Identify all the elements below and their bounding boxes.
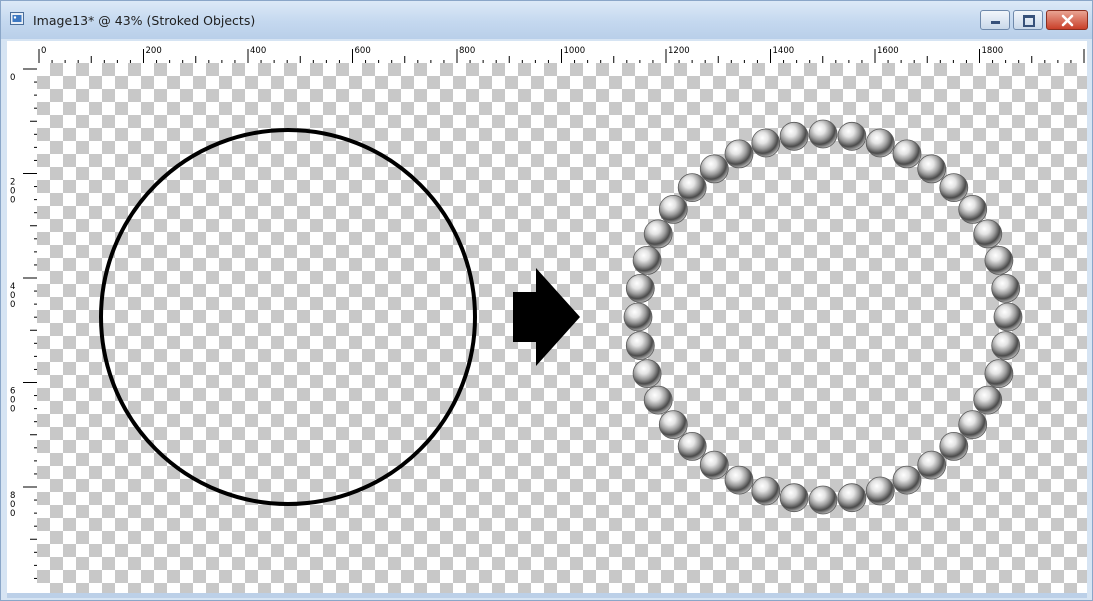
ruler-label: 0: [41, 46, 46, 56]
ruler-label: 1600: [877, 46, 899, 56]
ruler-label: 400: [250, 46, 266, 56]
maximize-icon: [1023, 15, 1035, 27]
vertical-ruler[interactable]: 0200400600800: [7, 63, 37, 593]
ruler-label: 1200: [668, 46, 690, 56]
image-canvas[interactable]: [37, 63, 1087, 593]
ruler-label: 1400: [773, 46, 795, 56]
vertical-ruler-ticks: 0200400600800: [10, 68, 37, 579]
ruler-label: 0: [10, 300, 15, 310]
maximize-button[interactable]: [1013, 10, 1043, 30]
close-icon: [1061, 14, 1074, 27]
window-title: Image13* @ 43% (Stroked Objects): [33, 13, 256, 28]
minimize-button[interactable]: [980, 10, 1010, 30]
image-window: Image13* @ 43% (Stroked Objects) 0 200 400…: [0, 0, 1093, 601]
ruler-label: 200: [146, 46, 162, 56]
horizontal-ruler-ticks: 0 200 400 600 800 1000 1200 1400 1600 1800: [38, 46, 1085, 63]
ruler-label: 600: [355, 46, 371, 56]
ruler-label: 0: [10, 196, 15, 206]
ruler-label: 1000: [564, 46, 586, 56]
ruler-label: 0: [10, 509, 15, 519]
horizontal-ruler[interactable]: 0 200 400 600 800 1000 1200 1400 1600 1800: [7, 41, 1087, 63]
ruler-label: 0: [10, 73, 15, 83]
close-button[interactable]: [1046, 10, 1088, 30]
minimize-icon: [991, 21, 1000, 24]
image-document-icon: [10, 12, 24, 25]
ruler-label: 1800: [982, 46, 1004, 56]
ruler-label: 0: [10, 405, 15, 415]
window-bottom-edge: [7, 593, 1087, 598]
title-bar[interactable]: Image13* @ 43% (Stroked Objects): [1, 1, 1092, 39]
ruler-label: 800: [459, 46, 475, 56]
